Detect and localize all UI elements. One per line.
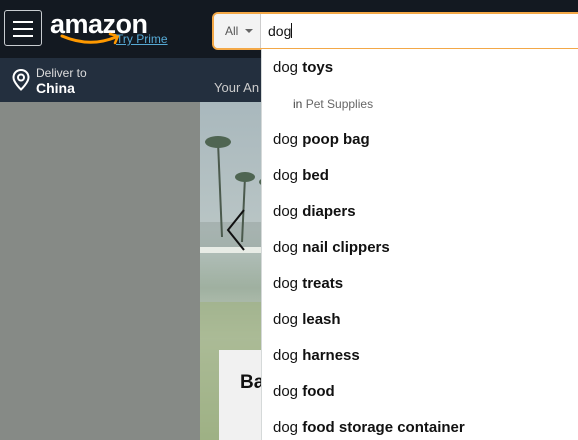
location-pin-icon xyxy=(12,69,30,91)
text-cursor xyxy=(291,23,293,38)
suggestion-item[interactable]: dog treats xyxy=(273,266,573,302)
suggestion-item[interactable]: dog toys xyxy=(273,50,573,86)
suggestion-item[interactable]: dog poop bag xyxy=(273,122,573,158)
search-input[interactable]: dog xyxy=(268,22,568,40)
in-label: in xyxy=(293,97,303,111)
caret-down-icon xyxy=(245,29,253,33)
suggestion-item[interactable]: dog food xyxy=(273,374,573,410)
logo-smile-icon xyxy=(60,32,120,45)
deliver-to-label: Deliver to xyxy=(36,66,87,80)
hero-left-panel xyxy=(0,102,200,440)
deliver-location: China xyxy=(36,80,75,96)
search-department-select[interactable]: All xyxy=(214,14,261,48)
suggestion-item[interactable]: dog bed xyxy=(273,158,573,194)
suggestion-category-item[interactable]: in Pet Supplies xyxy=(293,86,373,122)
search-bar: All dog xyxy=(214,14,578,48)
try-prime-link[interactable]: Try Prime xyxy=(116,32,168,46)
chevron-left-icon[interactable] xyxy=(222,206,250,254)
amazon-logo[interactable]: amazon Try Prime xyxy=(50,8,180,50)
search-department-label: All xyxy=(225,24,239,38)
suggestion-item[interactable]: dog food storage container xyxy=(273,410,573,440)
search-query: dog xyxy=(268,23,292,39)
search-suggestions-dropdown: dog toys in Pet Supplies dog poop bag do… xyxy=(261,49,578,440)
suggestion-item[interactable]: dog leash xyxy=(273,302,573,338)
suggestion-item[interactable]: dog diapers xyxy=(273,194,573,230)
your-account-link[interactable]: Your An xyxy=(214,80,259,95)
menu-icon[interactable] xyxy=(4,10,42,46)
suggestion-item[interactable]: dog harness xyxy=(273,338,573,374)
suggestion-item[interactable]: dog nail clippers xyxy=(273,230,573,266)
suggestion-category: Pet Supplies xyxy=(305,97,374,111)
